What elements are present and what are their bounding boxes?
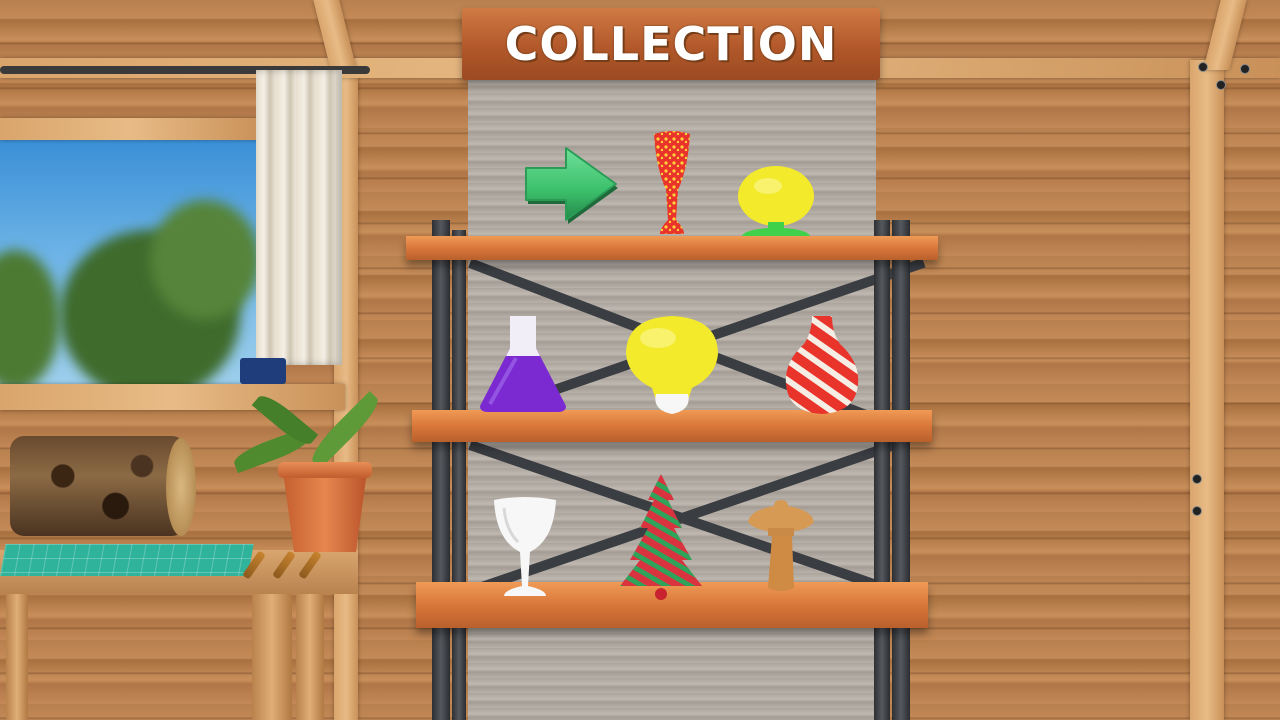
wood-log (10, 436, 186, 536)
table-leg (252, 594, 292, 720)
wooden-mushroom[interactable] (746, 498, 816, 594)
bolt (1240, 64, 1250, 74)
log-end (166, 438, 196, 536)
yellow-lightbulb[interactable] (622, 314, 722, 416)
red-white-swirl-vase[interactable] (782, 314, 862, 416)
table-leg (296, 594, 324, 720)
tree-foliage (0, 250, 60, 390)
bolt (1198, 62, 1208, 72)
workshop-scene: COLLECTION (0, 0, 1280, 720)
red-yellow-goblet-vase[interactable] (648, 128, 696, 238)
cutting-mat (0, 544, 254, 576)
red-green-christmas-tree[interactable] (618, 472, 704, 602)
window-sill (0, 384, 345, 410)
purple-flask[interactable] (476, 314, 570, 414)
shelf-top (406, 236, 938, 260)
shelf-post (892, 220, 910, 720)
yellow-mushroom-lamp[interactable] (736, 164, 816, 240)
shelf-post (452, 230, 466, 720)
right-arrow-icon[interactable] (520, 144, 620, 224)
bolt (1192, 474, 1202, 484)
pot-rim (278, 462, 372, 478)
shelf-post (874, 220, 890, 720)
bolt (1192, 506, 1202, 516)
shelf-post (432, 220, 450, 720)
page-title: COLLECTION (504, 17, 838, 71)
white-wine-glass[interactable] (490, 494, 560, 598)
window-top (0, 118, 262, 140)
table-leg (6, 594, 28, 720)
tree-foliage (150, 200, 260, 320)
right-post (1190, 60, 1224, 720)
bolt (1216, 80, 1226, 90)
blue-box (240, 358, 286, 384)
window (0, 140, 262, 390)
curtain (256, 70, 342, 365)
collection-sign: COLLECTION (462, 8, 880, 80)
